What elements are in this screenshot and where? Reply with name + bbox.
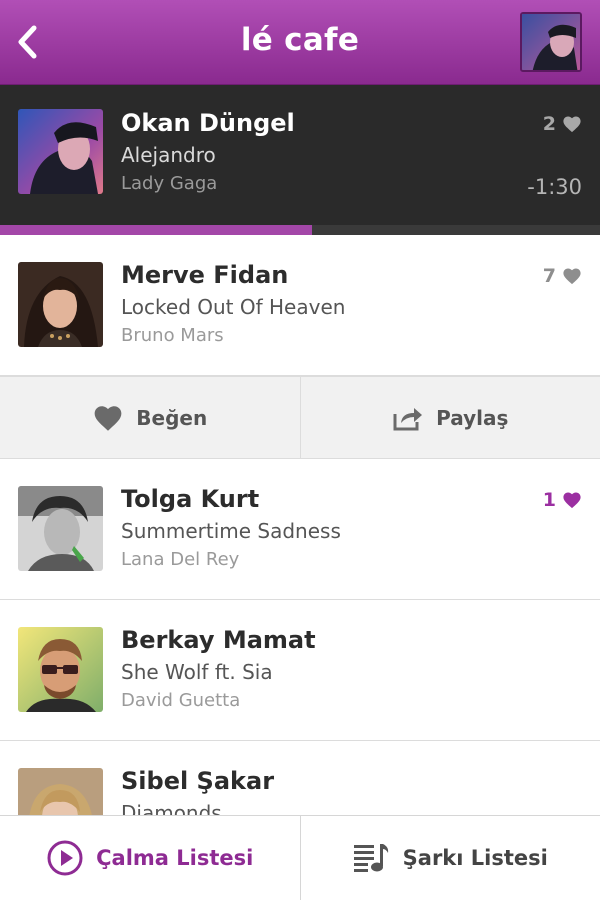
- now-playing-card[interactable]: Okan Düngel Alejandro Lady Gaga 2 -1:30: [0, 85, 600, 225]
- playback-progress-bar[interactable]: [0, 225, 600, 235]
- heart-icon: [563, 268, 581, 285]
- artist-name: Bruno Mars: [121, 325, 224, 346]
- avatar-image: [18, 262, 103, 347]
- heart-icon: [563, 116, 581, 133]
- user-avatar: [18, 486, 103, 571]
- song-title: Locked Out Of Heaven: [121, 295, 346, 319]
- avatar-image: [18, 627, 103, 712]
- list-item[interactable]: Berkay Mamat She Wolf ft. Sia David Guet…: [0, 600, 600, 741]
- page-title: lé cafe: [240, 22, 360, 58]
- tab-song-list[interactable]: Şarkı Listesi: [299, 816, 600, 900]
- action-bar: Beğen Paylaş: [0, 376, 600, 459]
- heart-icon: [94, 405, 122, 431]
- time-remaining: -1:30: [527, 175, 582, 199]
- song-title: Summertime Sadness: [121, 519, 341, 543]
- list-item[interactable]: Merve Fidan Locked Out Of Heaven Bruno M…: [0, 235, 600, 376]
- share-button[interactable]: Paylaş: [299, 377, 600, 458]
- tab-song-list-label: Şarkı Listesi: [402, 846, 548, 870]
- like-button[interactable]: Beğen: [0, 377, 300, 458]
- artist-name: David Guetta: [121, 690, 241, 711]
- user-avatar: [18, 627, 103, 712]
- user-name: Sibel Şakar: [121, 767, 275, 795]
- user-avatar: [18, 262, 103, 347]
- list-item[interactable]: Sibel Şakar Diamonds: [0, 741, 600, 815]
- song-title: She Wolf ft. Sia: [121, 660, 273, 684]
- user-name: Berkay Mamat: [121, 626, 316, 654]
- now-playing-song: Alejandro: [121, 143, 216, 167]
- bottom-tab-bar: Çalma Listesi Şarkı Listesi: [0, 815, 600, 900]
- like-label: Beğen: [136, 405, 208, 430]
- like-count: 7: [542, 265, 556, 287]
- avatar-image: [18, 486, 103, 571]
- now-playing-artist: Lady Gaga: [121, 173, 218, 194]
- now-playing-like-count[interactable]: 2: [543, 113, 582, 135]
- like-count: 2: [542, 113, 556, 135]
- now-playing-avatar: [18, 109, 103, 194]
- user-name: Merve Fidan: [121, 261, 289, 289]
- list-item[interactable]: Tolga Kurt Summertime Sadness Lana Del R…: [0, 459, 600, 600]
- app-header: lé cafe: [0, 0, 600, 85]
- now-playing-user: Okan Düngel: [121, 109, 295, 137]
- progress-fill: [0, 225, 312, 235]
- profile-avatar[interactable]: [520, 12, 582, 72]
- share-label: Paylaş: [436, 405, 509, 430]
- user-name: Tolga Kurt: [121, 485, 260, 513]
- song-title: Diamonds: [121, 801, 222, 815]
- tab-playlist[interactable]: Çalma Listesi: [0, 816, 300, 900]
- heart-icon: [563, 492, 581, 509]
- artist-name: Lana Del Rey: [121, 549, 240, 570]
- music-list-icon: [353, 844, 388, 872]
- play-circle-icon: [47, 840, 83, 876]
- user-avatar: [18, 768, 103, 815]
- like-count-button[interactable]: 1: [543, 489, 582, 511]
- avatar-image: [522, 14, 580, 70]
- like-count-button[interactable]: 7: [543, 265, 582, 287]
- avatar-image: [18, 768, 103, 815]
- avatar-image: [18, 109, 103, 194]
- like-count: 1: [542, 489, 556, 511]
- share-icon: [393, 407, 423, 430]
- tab-playlist-label: Çalma Listesi: [96, 846, 254, 870]
